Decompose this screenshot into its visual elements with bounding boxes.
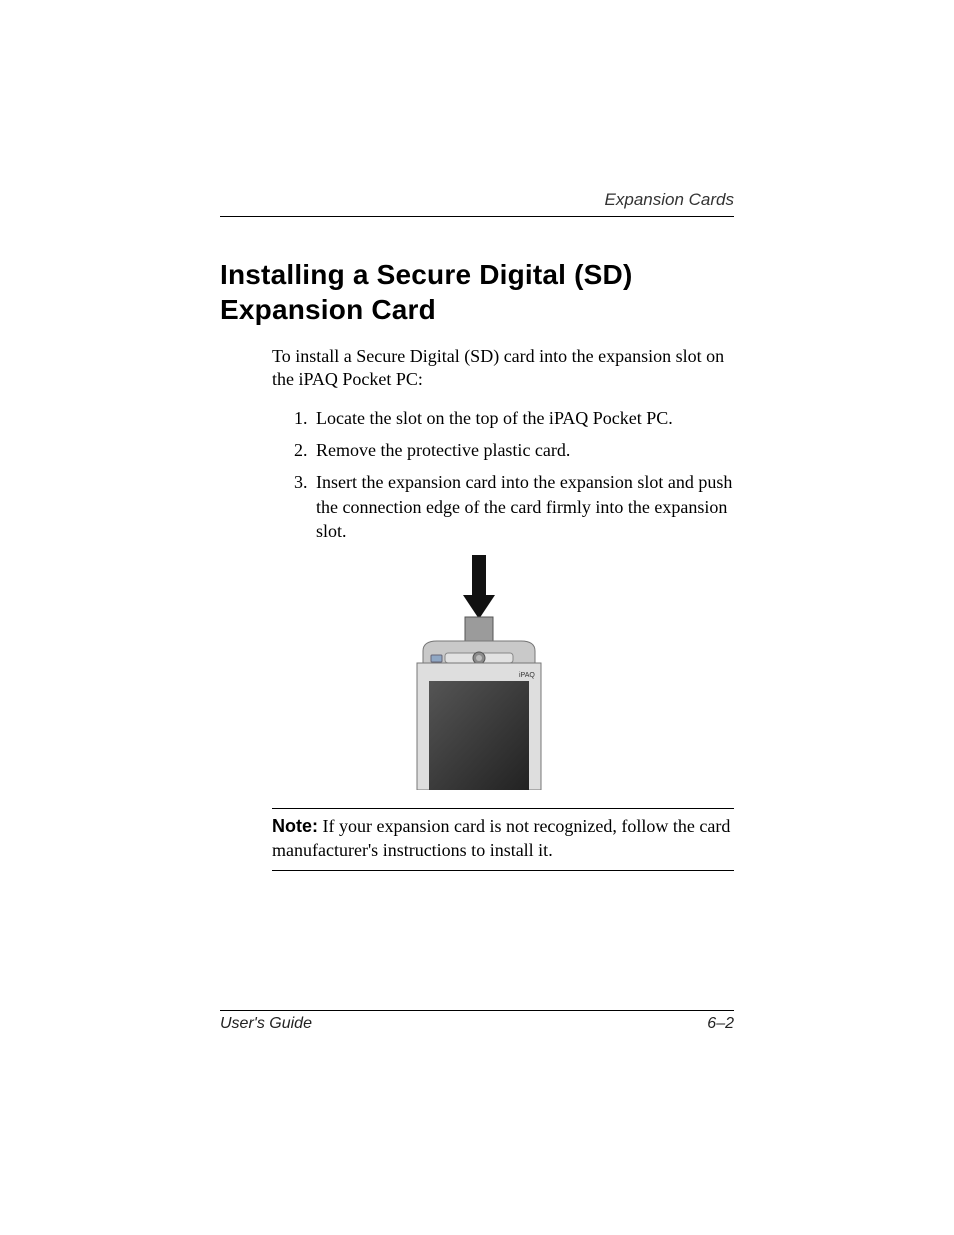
note-label: Note: [272, 816, 318, 836]
document-page: Expansion Cards Installing a Secure Digi… [0, 0, 954, 871]
footer-left: User's Guide [220, 1015, 312, 1033]
step-item: Insert the expansion card into the expan… [312, 470, 734, 543]
note-block: Note: If your expansion card is not reco… [272, 808, 734, 871]
device-label: iPAQ [519, 672, 535, 679]
step-item: Locate the slot on the top of the iPAQ P… [312, 406, 734, 430]
figure-container: iPAQ [220, 555, 734, 790]
steps-list: Locate the slot on the top of the iPAQ P… [296, 406, 734, 543]
page-heading: Installing a Secure Digital (SD) Expansi… [220, 257, 734, 327]
step-item: Remove the protective plastic card. [312, 438, 734, 462]
note-text: If your expansion card is not recognized… [272, 816, 730, 859]
page-footer: User's Guide 6–2 [220, 1010, 734, 1033]
footer-page-number: 6–2 [707, 1015, 734, 1033]
device-illustration-icon: iPAQ [377, 555, 577, 790]
intro-paragraph: To install a Secure Digital (SD) card in… [272, 345, 734, 392]
running-header: Expansion Cards [220, 190, 734, 217]
